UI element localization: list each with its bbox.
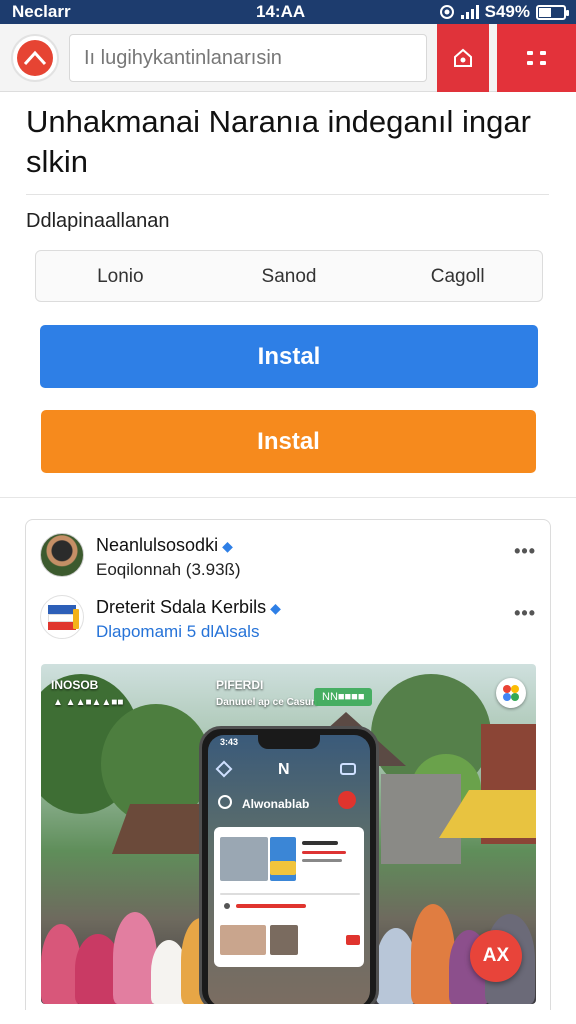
phone-search-icon <box>340 763 356 775</box>
phone-panel <box>214 827 364 967</box>
verified-icon: ◆ <box>222 538 233 554</box>
section-subheading: Ddlapinaallanan <box>26 210 170 232</box>
phone-app-logo: N <box>278 761 290 778</box>
post-author[interactable]: Dreterit Sdala Kerbils <box>96 597 266 617</box>
status-bar: Neclarr 14:AA S49% <box>0 0 576 24</box>
phone-mockup: 3:43 N Alwonablab <box>199 726 379 1004</box>
post-subtitle[interactable]: Dlapomami 5 dlAlsals <box>96 622 259 642</box>
image-chip: NN■■■■ <box>314 688 373 706</box>
fab-button[interactable]: AX <box>470 930 522 982</box>
clock: 14:AA <box>256 2 306 21</box>
battery-icon <box>536 4 569 20</box>
feed-card: Neanlulsosodki ◆ Eoqilonnah (3.93ß) ••• D… <box>25 519 551 1024</box>
status-icons: S49% <box>439 2 569 22</box>
image-sublabel: ▲ ▲▲■▲▲■■ <box>53 697 124 708</box>
phone-profile-icon <box>218 795 232 809</box>
verified-icon: ◆ <box>270 600 281 616</box>
divider <box>26 194 549 195</box>
phone-notification-icon <box>338 791 356 809</box>
image-label: PIFERDI <box>216 678 264 692</box>
more-dots-icon[interactable]: ••• <box>514 541 536 562</box>
post-header[interactable]: Neanlulsosodki ◆ Eoqilonnah (3.93ß) ••• <box>40 533 540 583</box>
post-subtitle: Eoqilonnah (3.93ß) <box>96 560 241 579</box>
bottom-edge <box>0 1010 576 1024</box>
location-icon <box>439 5 454 19</box>
battery-percent: S49% <box>484 2 530 21</box>
url-field[interactable]: Iı lugihykantinlanarısin <box>69 34 427 82</box>
menu-icon <box>526 51 546 65</box>
post-author[interactable]: Neanlulsosodki <box>96 535 218 555</box>
browser-toolbar: Iı lugihykantinlanarısin <box>0 24 576 92</box>
phone-nav-icon <box>215 760 233 778</box>
post-header[interactable]: Dreterit Sdala Kerbils ◆ Dlapomami 5 dlAl… <box>40 595 540 645</box>
install-button-secondary[interactable]: Instal <box>41 410 536 473</box>
signal-icon <box>460 5 479 19</box>
phone-title: Alwonablab <box>242 797 310 811</box>
segment-option[interactable]: Cagoll <box>373 251 542 301</box>
carrier-label: Neclarr <box>12 2 71 21</box>
image-label: INOSOB <box>51 678 99 692</box>
image-sublabel: Danuuel ap ce Casun <box>216 697 318 708</box>
segmented-control: Lonio Sanod Cagoll <box>35 250 543 302</box>
post-image[interactable]: INOSOB ▲ ▲▲■▲▲■■ PIFERDI Danuuel ap ce C… <box>41 664 536 1004</box>
building <box>381 774 461 864</box>
more-dots-icon[interactable]: ••• <box>514 603 536 624</box>
google-photos-icon[interactable] <box>496 678 526 708</box>
menu-button[interactable] <box>497 24 576 92</box>
home-button[interactable] <box>437 24 489 92</box>
segment-option[interactable]: Lonio <box>36 251 205 301</box>
phone-clock: 3:43 <box>220 737 239 747</box>
segment-option[interactable]: Sanod <box>205 251 374 301</box>
avatar[interactable] <box>40 533 84 577</box>
avatar[interactable] <box>40 595 84 639</box>
install-button-primary[interactable]: Instal <box>40 325 538 388</box>
app-logo-icon[interactable] <box>11 34 59 82</box>
page-title: Unhakmanai Naranıa indeganıl ingar slkin <box>26 104 531 179</box>
section-divider <box>0 497 576 498</box>
home-icon <box>454 48 472 67</box>
phone-screen: 3:43 N Alwonablab <box>208 735 370 1004</box>
app-screen: Neclarr 14:AA S49% Iı lugihykantinlanarı… <box>0 0 576 1024</box>
logo-mountain-icon <box>23 50 47 66</box>
